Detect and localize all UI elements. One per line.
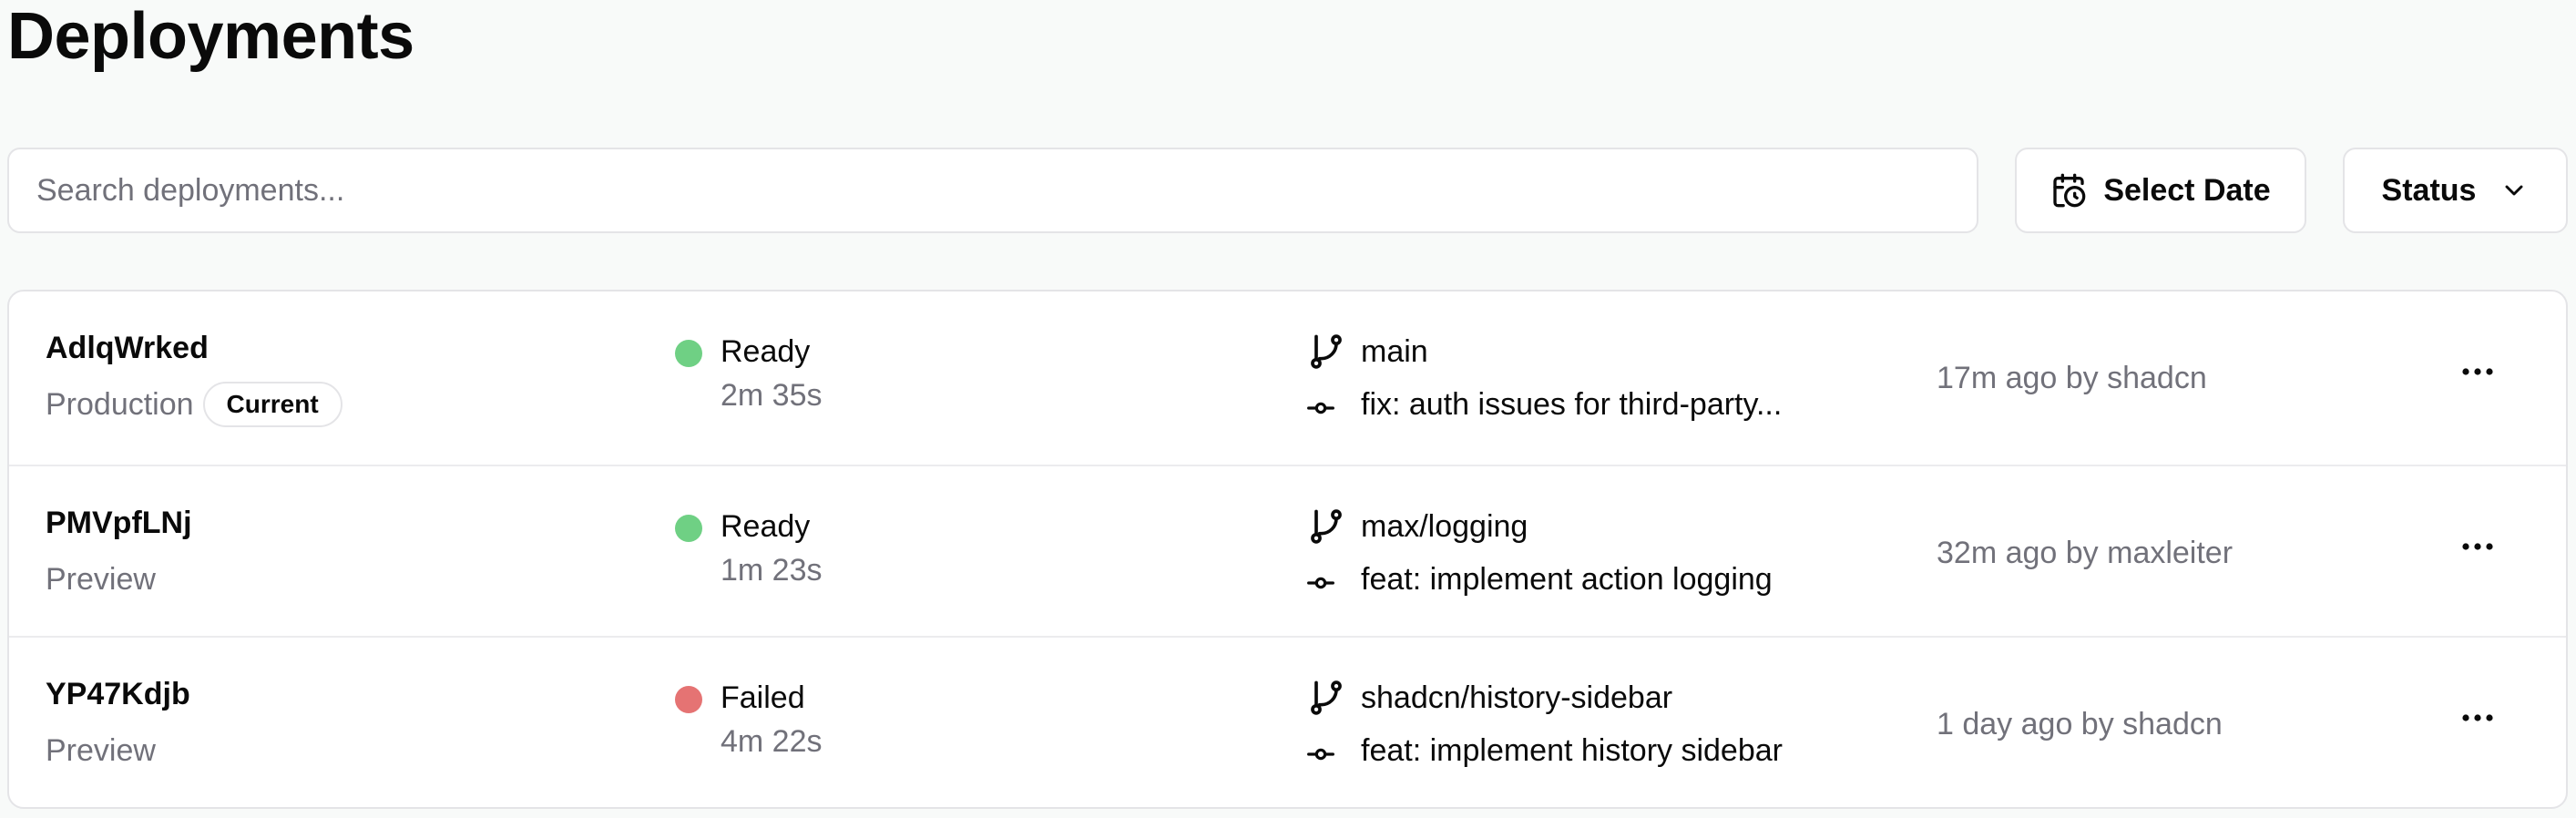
deployment-id[interactable]: YP47Kdjb [46,676,190,712]
page-title: Deployments [7,0,414,73]
status-indicator [675,340,702,367]
more-horizontal-icon [2461,365,2494,382]
select-date-button[interactable]: Select Date [2015,148,2306,233]
git-branch-icon [1306,332,1346,376]
git-commit-icon [1306,740,1335,773]
build-duration: 2m 35s [721,378,823,413]
git-commit-icon [1306,568,1335,602]
deployment-environment: Production Current [46,381,342,428]
deployment-meta: 1 day ago by shadcn [1937,707,2223,741]
more-horizontal-icon [2461,711,2494,728]
status-indicator [675,515,702,542]
status-indicator [675,686,702,713]
commit-message[interactable]: fix: auth issues for third-party... [1361,386,1782,423]
deployments-list: AdlqWrked Production Current Ready 2m 35… [7,290,2568,809]
build-duration: 1m 23s [721,553,823,588]
toolbar: Select Date Status [7,148,2568,235]
more-horizontal-icon [2461,540,2494,557]
deployment-id[interactable]: AdlqWrked [46,330,209,366]
more-actions-button[interactable] [2450,351,2505,396]
build-duration: 4m 22s [721,724,823,759]
status-label: Failed [721,680,805,715]
deployment-id[interactable]: PMVpfLNj [46,505,192,541]
git-branch-icon [1306,678,1346,722]
table-row[interactable]: YP47Kdjb Preview Failed 4m 22s shadcn/hi… [9,636,2566,807]
calendar-clock-icon [2050,172,2087,209]
commit-message[interactable]: feat: implement action logging [1361,561,1773,598]
select-date-label: Select Date [2103,172,2271,208]
branch-name[interactable]: shadcn/history-sidebar [1361,680,1672,716]
status-filter-button[interactable]: Status [2343,148,2568,233]
more-actions-button[interactable] [2450,697,2505,742]
current-badge: Current [202,382,342,427]
environment-label: Preview [46,562,156,597]
git-commit-icon [1306,394,1335,427]
deployment-environment: Preview [46,556,156,603]
more-actions-button[interactable] [2450,526,2505,571]
environment-label: Production [46,387,194,422]
table-row[interactable]: AdlqWrked Production Current Ready 2m 35… [9,291,2566,465]
deployment-meta: 32m ago by maxleiter [1937,536,2234,570]
deployment-environment: Preview [46,727,156,774]
branch-name[interactable]: main [1361,333,1428,370]
status-label: Ready [721,334,811,369]
chevron-down-icon [2499,176,2529,205]
environment-label: Preview [46,733,156,768]
git-branch-icon [1306,506,1346,551]
deployment-meta: 17m ago by shadcn [1937,361,2207,395]
commit-message[interactable]: feat: implement history sidebar [1361,732,1783,769]
branch-name[interactable]: max/logging [1361,508,1528,545]
search-input[interactable] [7,148,1978,233]
status-filter-label: Status [2381,172,2477,208]
table-row[interactable]: PMVpfLNj Preview Ready 1m 23s max/loggin… [9,465,2566,636]
status-label: Ready [721,509,811,544]
